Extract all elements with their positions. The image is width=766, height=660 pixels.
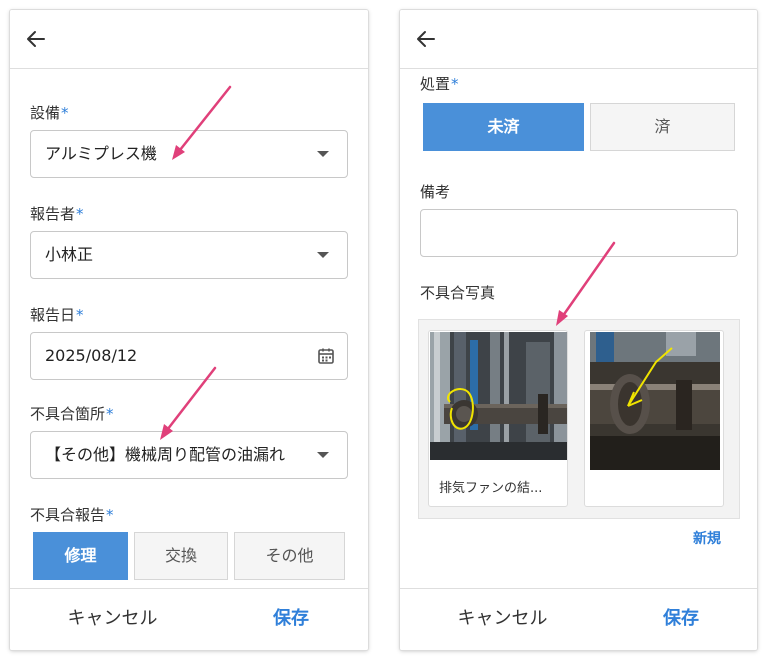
- cancel-button[interactable]: キャンセル: [400, 589, 605, 649]
- treatment-option-done[interactable]: 済: [590, 103, 735, 151]
- report-date-input[interactable]: 2025/08/12: [30, 332, 348, 380]
- defect-report-option-other[interactable]: その他: [234, 532, 345, 580]
- required-mark: *: [76, 205, 84, 223]
- reporter-label: 報告者*: [30, 203, 84, 224]
- right-screen: 処置* 未済 済 備考 不具合写真 排気ファンの結... 新規 キャンセル 保存: [400, 10, 757, 650]
- remarks-label-text: 備考: [420, 183, 451, 201]
- dropdown-caret-icon: [317, 252, 329, 258]
- dropdown-caret-icon: [317, 452, 329, 458]
- photo-thumbnail: [430, 332, 567, 460]
- back-arrow-icon[interactable]: [24, 27, 48, 51]
- save-button[interactable]: 保存: [605, 589, 757, 649]
- equipment-label: 設備*: [30, 102, 69, 123]
- defect-location-label-text: 不具合箇所: [30, 405, 106, 423]
- back-arrow-icon[interactable]: [414, 27, 438, 51]
- defect-report-option-replace[interactable]: 交換: [134, 532, 228, 580]
- photo-thumbnail: [586, 332, 723, 470]
- photos-label: 不具合写真: [420, 282, 495, 303]
- photo-caption: 排気ファンの結...: [439, 481, 543, 496]
- defect-location-label: 不具合箇所*: [30, 403, 114, 424]
- dropdown-caret-icon: [317, 151, 329, 157]
- top-bar: [10, 10, 368, 69]
- report-date-label: 報告日*: [30, 304, 84, 325]
- reporter-select[interactable]: 小林正: [30, 231, 348, 279]
- report-date-label-text: 報告日: [30, 306, 76, 324]
- defect-location-select[interactable]: 【その他】機械周り配管の油漏れ: [30, 431, 348, 479]
- required-mark: *: [451, 75, 459, 93]
- new-photo-link[interactable]: 新規: [693, 528, 721, 548]
- reporter-label-text: 報告者: [30, 205, 76, 223]
- equipment-select[interactable]: アルミプレス機: [30, 130, 348, 178]
- treatment-label: 処置*: [420, 73, 459, 94]
- required-mark: *: [106, 405, 114, 423]
- photo-gallery: 排気ファンの結...: [418, 319, 740, 519]
- defect-location-value: 【その他】機械周り配管の油漏れ: [45, 445, 286, 464]
- treatment-label-text: 処置: [420, 75, 451, 93]
- footer-bar: キャンセル 保存: [400, 588, 757, 650]
- footer-bar: キャンセル 保存: [10, 588, 368, 650]
- required-mark: *: [76, 306, 84, 324]
- equipment-label-text: 設備: [30, 104, 61, 122]
- save-button[interactable]: 保存: [215, 589, 368, 649]
- report-date-value: 2025/08/12: [45, 346, 138, 365]
- defect-report-label-text: 不具合報告: [30, 506, 106, 524]
- reporter-value: 小林正: [45, 245, 94, 264]
- cancel-button[interactable]: キャンセル: [10, 589, 215, 649]
- required-mark: *: [61, 104, 69, 122]
- equipment-value: アルミプレス機: [45, 144, 157, 163]
- calendar-icon[interactable]: [317, 347, 335, 365]
- defect-report-option-repair[interactable]: 修理: [33, 532, 128, 580]
- required-mark: *: [106, 506, 114, 524]
- defect-report-label: 不具合報告*: [30, 504, 114, 525]
- top-bar: [400, 10, 757, 69]
- remarks-input[interactable]: [420, 209, 738, 257]
- remarks-label: 備考: [420, 181, 450, 202]
- photo-card[interactable]: [584, 330, 724, 507]
- treatment-option-pending[interactable]: 未済: [423, 103, 584, 151]
- photo-card[interactable]: 排気ファンの結...: [428, 330, 568, 507]
- photos-label-text: 不具合写真: [420, 284, 496, 302]
- left-screen: 設備* アルミプレス機 報告者* 小林正 報告日* 2025/08/12 不具合…: [10, 10, 368, 650]
